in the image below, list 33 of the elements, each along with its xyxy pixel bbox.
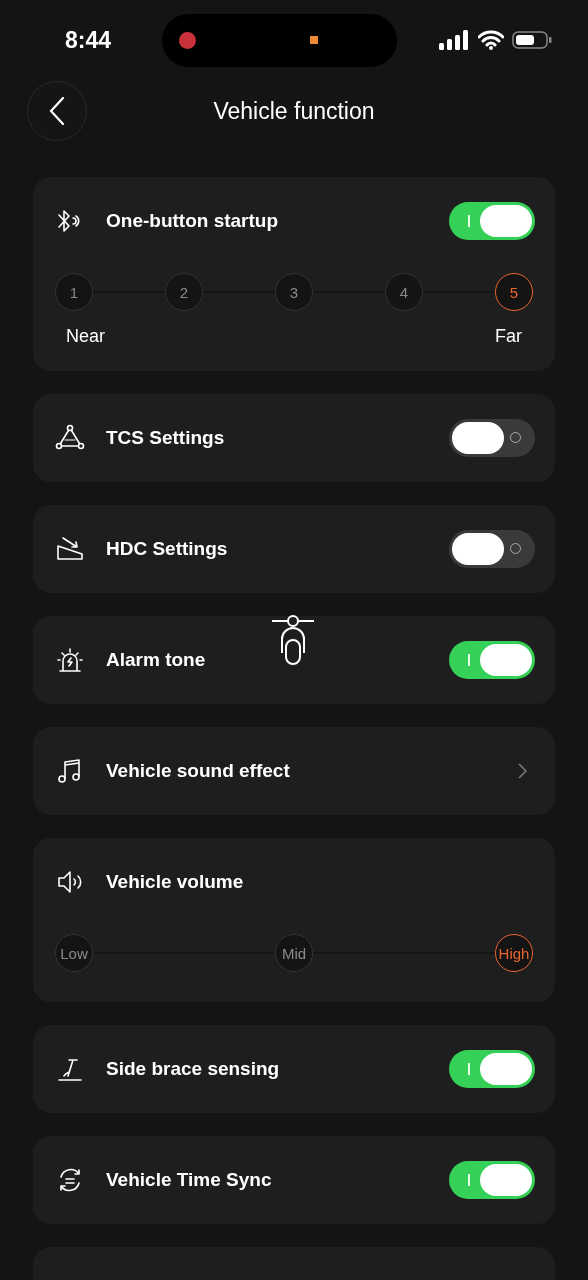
signal-icon [438,30,470,50]
scooter-icon[interactable] [270,613,316,667]
toggle-switch[interactable] [449,530,535,568]
range-label: Near [66,326,105,347]
level-step[interactable]: 5 [495,273,533,311]
level-step[interactable]: 3 [275,273,313,311]
back-chevron-icon [49,96,65,126]
level-step[interactable]: 1 [55,273,93,311]
range-label: Far [495,326,522,347]
toggle-switch[interactable] [449,641,535,679]
setting-label: TCS Settings [106,427,226,449]
toggle-switch[interactable] [449,1050,535,1088]
wifi-icon [478,30,504,50]
setting-label: HDC Settings [106,538,229,560]
setting-label: Alarm tone [106,649,207,671]
level-step[interactable]: High [495,934,533,972]
toggle-switch[interactable] [449,1161,535,1199]
level-step[interactable]: Mid [275,934,313,972]
chevron-right-icon[interactable] [517,762,529,780]
setting-label: One-button startup [106,210,280,232]
setting-label: Vehicle Time Sync [106,1169,273,1191]
level-step[interactable]: 4 [385,273,423,311]
setting-label: Side brace sensing [106,1058,281,1080]
toggle-switch[interactable] [449,419,535,457]
toggle-switch[interactable] [449,202,535,240]
page-title: Vehicle function [213,97,375,125]
level-step[interactable]: 2 [165,273,203,311]
setting-label: Vehicle volume [106,871,245,893]
battery-icon [512,30,552,50]
status-time: 8:44 [65,26,112,54]
setting-label: Vehicle sound effect [106,760,291,782]
siren-icon [55,645,85,675]
level-step[interactable]: Low [55,934,93,972]
